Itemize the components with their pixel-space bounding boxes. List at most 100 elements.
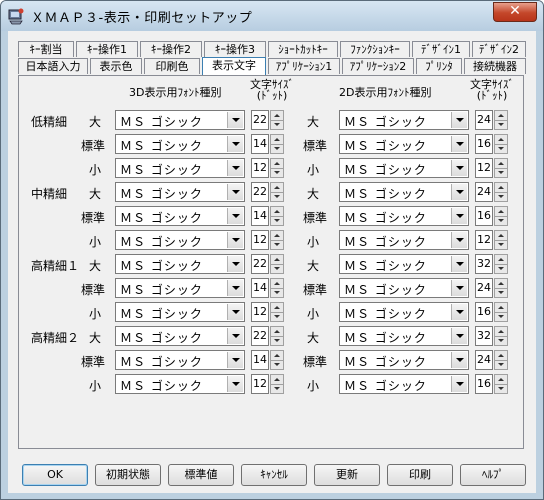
chevron-down-icon[interactable] [227, 352, 243, 368]
size-input-2d[interactable]: 24 [475, 350, 493, 370]
title-bar[interactable]: ＸＭＡＰ３-表示・印刷セットアップ ✕ [1, 1, 543, 31]
spin-down-icon[interactable] [271, 192, 283, 201]
size-input-3d[interactable]: 12 [251, 158, 269, 178]
font-select-2d[interactable]: ＭＳ ゴシック [339, 158, 469, 178]
size-spinner[interactable] [270, 206, 284, 226]
spin-down-icon[interactable] [271, 360, 283, 369]
size-spinner[interactable] [494, 350, 508, 370]
tab-key-assign[interactable]: ｷｰ割当 [18, 41, 74, 57]
chevron-down-icon[interactable] [227, 232, 243, 248]
help-button[interactable]: ﾍﾙﾌﾟ [460, 464, 526, 486]
print-button[interactable]: 印刷 [387, 464, 453, 486]
size-spinner[interactable] [270, 182, 284, 202]
spin-down-icon[interactable] [271, 312, 283, 321]
spin-down-icon[interactable] [495, 216, 507, 225]
size-input-3d[interactable]: 22 [251, 182, 269, 202]
chevron-down-icon[interactable] [227, 280, 243, 296]
spin-down-icon[interactable] [495, 384, 507, 393]
chevron-down-icon[interactable] [227, 160, 243, 176]
tab-design1[interactable]: ﾃﾞｻﾞｲﾝ1 [412, 41, 470, 57]
tab-print-color[interactable]: 印刷色 [144, 58, 200, 74]
size-input-3d[interactable]: 12 [251, 374, 269, 394]
font-select-2d[interactable]: ＭＳ ゴシック [339, 110, 469, 130]
font-select-3d[interactable]: ＭＳ ゴシック [115, 230, 245, 250]
font-select-3d[interactable]: ＭＳ ゴシック [115, 326, 245, 346]
font-select-3d[interactable]: ＭＳ ゴシック [115, 374, 245, 394]
size-spinner[interactable] [270, 134, 284, 154]
size-spinner[interactable] [270, 350, 284, 370]
size-input-2d[interactable]: 24 [475, 278, 493, 298]
size-spinner[interactable] [270, 110, 284, 130]
font-select-3d[interactable]: ＭＳ ゴシック [115, 110, 245, 130]
size-spinner[interactable] [494, 182, 508, 202]
chevron-down-icon[interactable] [227, 184, 243, 200]
tab-printer[interactable]: ﾌﾟﾘﾝﾀ [416, 58, 462, 74]
size-spinner[interactable] [494, 302, 508, 322]
tab-application2[interactable]: ｱﾌﾟﾘｹｰｼｮﾝ2 [342, 58, 414, 74]
tab-display-color[interactable]: 表示色 [90, 58, 142, 74]
tab-connected-devices[interactable]: 接続機器 [464, 58, 526, 74]
size-input-3d[interactable]: 12 [251, 230, 269, 250]
size-spinner[interactable] [494, 158, 508, 178]
spin-down-icon[interactable] [271, 264, 283, 273]
tab-shortcut-keys[interactable]: ｼｮｰﾄｶｯﾄｷｰ [268, 41, 338, 57]
size-input-2d[interactable]: 16 [475, 302, 493, 322]
spin-down-icon[interactable] [495, 120, 507, 129]
font-select-3d[interactable]: ＭＳ ゴシック [115, 182, 245, 202]
font-select-3d[interactable]: ＭＳ ゴシック [115, 134, 245, 154]
spin-down-icon[interactable] [495, 144, 507, 153]
size-input-2d[interactable]: 16 [475, 374, 493, 394]
size-spinner[interactable] [494, 134, 508, 154]
spin-down-icon[interactable] [495, 168, 507, 177]
spin-down-icon[interactable] [271, 336, 283, 345]
size-input-3d[interactable]: 22 [251, 326, 269, 346]
spin-down-icon[interactable] [271, 384, 283, 393]
size-input-2d[interactable]: 16 [475, 206, 493, 226]
size-input-2d[interactable]: 24 [475, 182, 493, 202]
spin-down-icon[interactable] [495, 360, 507, 369]
chevron-down-icon[interactable] [451, 208, 467, 224]
chevron-down-icon[interactable] [451, 256, 467, 272]
chevron-down-icon[interactable] [227, 376, 243, 392]
chevron-down-icon[interactable] [227, 256, 243, 272]
size-input-2d[interactable]: 32 [475, 326, 493, 346]
tab-design2[interactable]: ﾃﾞｻﾞｲﾝ2 [472, 41, 526, 57]
spin-down-icon[interactable] [271, 144, 283, 153]
font-select-3d[interactable]: ＭＳ ゴシック [115, 302, 245, 322]
spin-down-icon[interactable] [495, 240, 507, 249]
size-spinner[interactable] [494, 206, 508, 226]
tab-application1[interactable]: ｱﾌﾟﾘｹｰｼｮﾝ1 [268, 58, 340, 74]
chevron-down-icon[interactable] [451, 232, 467, 248]
standard-value-button[interactable]: 標準値 [168, 464, 234, 486]
size-spinner[interactable] [494, 374, 508, 394]
initial-state-button[interactable]: 初期状態 [95, 464, 161, 486]
size-input-3d[interactable]: 14 [251, 134, 269, 154]
size-spinner[interactable] [494, 326, 508, 346]
chevron-down-icon[interactable] [451, 112, 467, 128]
font-select-2d[interactable]: ＭＳ ゴシック [339, 230, 469, 250]
chevron-down-icon[interactable] [227, 328, 243, 344]
size-input-2d[interactable]: 12 [475, 158, 493, 178]
font-select-3d[interactable]: ＭＳ ゴシック [115, 254, 245, 274]
chevron-down-icon[interactable] [451, 328, 467, 344]
tab-function-keys[interactable]: ﾌｧﾝｸｼｮﾝｷｰ [340, 41, 410, 57]
font-select-3d[interactable]: ＭＳ ゴシック [115, 158, 245, 178]
chevron-down-icon[interactable] [451, 184, 467, 200]
cancel-button[interactable]: ｷｬﾝｾﾙ [241, 464, 307, 486]
size-input-3d[interactable]: 12 [251, 302, 269, 322]
spin-down-icon[interactable] [271, 216, 283, 225]
font-select-2d[interactable]: ＭＳ ゴシック [339, 278, 469, 298]
tab-display-text[interactable]: 表示文字 [202, 57, 266, 75]
spin-down-icon[interactable] [495, 192, 507, 201]
font-select-2d[interactable]: ＭＳ ゴシック [339, 254, 469, 274]
font-select-2d[interactable]: ＭＳ ゴシック [339, 134, 469, 154]
font-select-2d[interactable]: ＭＳ ゴシック [339, 182, 469, 202]
font-select-2d[interactable]: ＭＳ ゴシック [339, 374, 469, 394]
size-input-3d[interactable]: 14 [251, 278, 269, 298]
size-spinner[interactable] [270, 278, 284, 298]
chevron-down-icon[interactable] [451, 352, 467, 368]
close-button[interactable]: ✕ [493, 2, 537, 22]
chevron-down-icon[interactable] [451, 136, 467, 152]
spin-down-icon[interactable] [495, 288, 507, 297]
size-spinner[interactable] [494, 254, 508, 274]
